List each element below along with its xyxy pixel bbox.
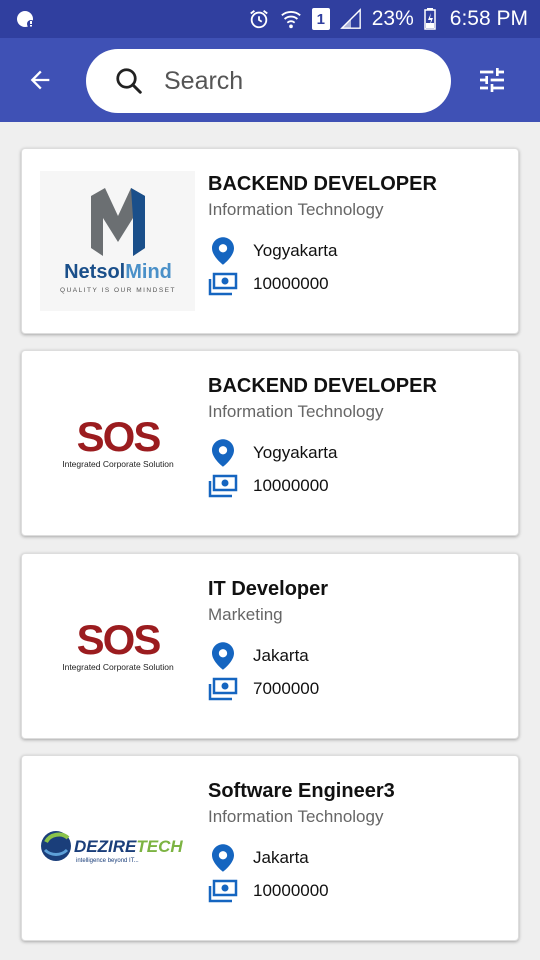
job-location: Yogyakarta bbox=[253, 443, 338, 462]
location-pin-icon bbox=[208, 438, 238, 468]
salary-row: 10000000 bbox=[208, 269, 329, 299]
tune-icon bbox=[480, 68, 504, 92]
location-pin-icon bbox=[208, 641, 238, 671]
location-pin-icon bbox=[208, 236, 238, 266]
job-category: Information Technology bbox=[208, 402, 384, 421]
job-title: Software Engineer3 bbox=[208, 780, 395, 802]
status-bar: 1 23% 6:58 PM bbox=[0, 0, 540, 38]
job-title: BACKEND DEVELOPER bbox=[208, 375, 437, 397]
sos-logo: SOS Integrated Corporate Solution bbox=[62, 413, 174, 469]
svg-text:DEZIRETECH: DEZIRETECH bbox=[74, 837, 183, 856]
wifi-icon bbox=[280, 10, 301, 29]
svg-text:NetsolMind: NetsolMind bbox=[64, 261, 172, 283]
job-salary: 10000000 bbox=[253, 476, 329, 495]
salary-row: 7000000 bbox=[208, 674, 319, 704]
signal-icon bbox=[339, 8, 361, 29]
svg-text:SOS: SOS bbox=[76, 413, 160, 460]
company-logo: SOS Integrated Corporate Solution bbox=[40, 373, 195, 513]
location-pin-icon bbox=[208, 843, 238, 873]
job-title: IT Developer bbox=[208, 578, 329, 600]
job-category: Information Technology bbox=[208, 200, 384, 219]
money-icon bbox=[208, 876, 238, 906]
job-location: Yogyakarta bbox=[253, 241, 338, 260]
filter-button[interactable] bbox=[474, 62, 510, 98]
job-location: Jakarta bbox=[253, 646, 309, 665]
job-location: Jakarta bbox=[253, 848, 309, 867]
money-icon bbox=[208, 674, 238, 704]
back-button[interactable] bbox=[22, 62, 58, 98]
company-logo: NetsolMind QUALITY IS OUR MINDSET bbox=[40, 171, 195, 311]
svg-text:Integrated Corporate Solution: Integrated Corporate Solution bbox=[62, 459, 174, 469]
company-logo: SOS Integrated Corporate Solution bbox=[40, 576, 195, 716]
job-salary: 10000000 bbox=[253, 274, 329, 293]
sos-logo: SOS Integrated Corporate Solution bbox=[62, 616, 174, 672]
arrow-left-icon bbox=[30, 70, 50, 90]
svg-text:SOS: SOS bbox=[76, 616, 160, 663]
deziretech-logo: DEZIRETECH intelligence beyond IT... bbox=[41, 831, 183, 864]
search-input[interactable] bbox=[164, 66, 424, 96]
svg-text:intelligence beyond IT...: intelligence beyond IT... bbox=[76, 858, 139, 864]
money-icon bbox=[208, 269, 238, 299]
job-card[interactable]: NetsolMind QUALITY IS OUR MINDSET BACKEN… bbox=[21, 148, 519, 334]
svg-text:Integrated Corporate Solution: Integrated Corporate Solution bbox=[62, 662, 174, 672]
location-row: Jakarta bbox=[208, 641, 309, 671]
sim-icon: 1 bbox=[311, 8, 330, 30]
alarm-icon bbox=[249, 10, 268, 29]
netsolmind-logo: NetsolMind QUALITY IS OUR MINDSET bbox=[60, 188, 176, 294]
svg-text:QUALITY IS OUR MINDSET: QUALITY IS OUR MINDSET bbox=[60, 287, 176, 294]
job-category: Marketing bbox=[208, 605, 283, 624]
job-category: Information Technology bbox=[208, 807, 384, 826]
search-bar[interactable] bbox=[86, 49, 451, 113]
job-card[interactable]: DEZIRETECH intelligence beyond IT... Sof… bbox=[21, 755, 519, 941]
job-list: NetsolMind QUALITY IS OUR MINDSET BACKEN… bbox=[0, 122, 540, 960]
job-card[interactable]: SOS Integrated Corporate Solution IT Dev… bbox=[21, 553, 519, 739]
app-bar bbox=[0, 38, 540, 122]
clock: 6:58 PM bbox=[449, 7, 528, 30]
money-icon bbox=[208, 471, 238, 501]
job-salary: 10000000 bbox=[253, 881, 329, 900]
job-card[interactable]: SOS Integrated Corporate Solution BACKEN… bbox=[21, 350, 519, 536]
location-row: Yogyakarta bbox=[208, 236, 337, 266]
salary-row: 10000000 bbox=[208, 876, 329, 906]
battery-percent: 23% bbox=[371, 7, 414, 30]
job-title: BACKEND DEVELOPER bbox=[208, 173, 437, 195]
location-row: Yogyakarta bbox=[208, 438, 337, 468]
battery-icon bbox=[424, 8, 436, 30]
company-logo: DEZIRETECH intelligence beyond IT... bbox=[40, 778, 195, 918]
location-row: Jakarta bbox=[208, 843, 309, 873]
notification-icon bbox=[17, 11, 35, 28]
salary-row: 10000000 bbox=[208, 471, 329, 501]
search-icon bbox=[116, 68, 142, 94]
job-salary: 7000000 bbox=[253, 679, 320, 698]
